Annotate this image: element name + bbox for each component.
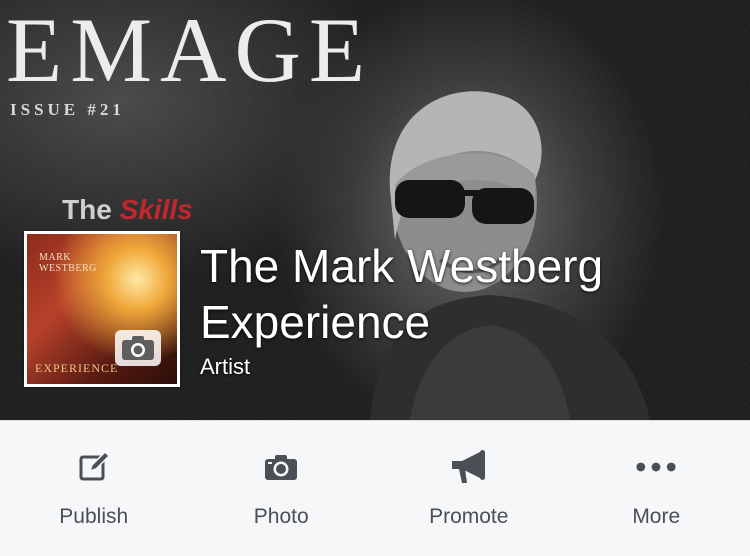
profile-picture-line2: WESTBERG xyxy=(39,263,97,274)
action-bar: Publish Photo Promote xyxy=(0,420,750,556)
more-label: More xyxy=(632,505,680,529)
photo-button[interactable]: Photo xyxy=(188,421,376,556)
camera-icon xyxy=(121,335,155,361)
edit-icon xyxy=(74,447,114,487)
page-category[interactable]: Artist xyxy=(200,354,250,380)
promote-label: Promote xyxy=(429,505,508,529)
magazine-teaser: The Skills xyxy=(62,194,193,226)
profile-picture-name: MARK WESTBERG xyxy=(39,252,97,274)
teaser-word-2: Skills xyxy=(120,194,193,225)
photo-label: Photo xyxy=(254,505,309,529)
teaser-word-1: The xyxy=(62,194,112,225)
promote-button[interactable]: Promote xyxy=(375,421,563,556)
publish-button[interactable]: Publish xyxy=(0,421,188,556)
magazine-issue: ISSUE #21 xyxy=(10,100,125,120)
profile-picture-line1: MARK xyxy=(39,252,97,263)
page-name: The Mark Westberg Experience xyxy=(200,238,720,350)
megaphone-icon xyxy=(449,447,489,487)
cover-photo[interactable]: EMAGE ISSUE #21 The Skills MARK WESTBERG… xyxy=(0,0,750,420)
publish-label: Publish xyxy=(59,505,128,529)
more-button[interactable]: More xyxy=(563,421,750,556)
camera-icon xyxy=(261,447,301,487)
profile-picture[interactable]: MARK WESTBERG EXPERIENCE xyxy=(24,231,180,387)
profile-picture-caption: EXPERIENCE xyxy=(35,361,118,376)
more-icon xyxy=(636,447,676,487)
change-profile-picture-button[interactable] xyxy=(115,330,161,366)
